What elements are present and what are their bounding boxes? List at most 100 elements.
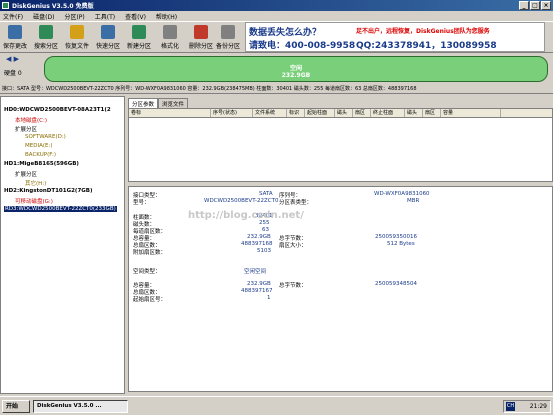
quick-partition-icon: [101, 25, 115, 39]
new-partition-icon: [132, 25, 146, 39]
col-end-head[interactable]: 磁头: [405, 109, 423, 117]
arrow-right-icon[interactable]: ▶: [14, 55, 19, 63]
window-title: DiskGenius V3.5.0 免费版: [12, 3, 94, 10]
partition-panel: 分区参数 浏览文件 卷标 序号(状态) 文件系统 标识 起始柱面 磁头 扇区 终…: [128, 96, 553, 394]
search-icon: [39, 25, 53, 39]
backup-partition-button[interactable]: 备份分区: [215, 25, 241, 50]
recover-icon: [70, 25, 84, 39]
save-icon: [8, 25, 22, 39]
menu-disk[interactable]: 磁盘(D): [33, 12, 54, 21]
clock: 21:29: [529, 403, 547, 410]
sector-size-value: 512 Bytes: [387, 241, 415, 247]
extra-sectors-label: 附加扇区数：: [133, 250, 167, 256]
start-sector-value: 1: [267, 295, 271, 301]
disk-label: 硬盘 0: [4, 70, 22, 77]
start-sector-label: 起始扇区号：: [133, 297, 167, 303]
model-label: 型号：: [133, 200, 150, 206]
spt-value: 63: [262, 227, 269, 233]
extra-sectors-value: 5103: [257, 248, 271, 254]
menu-view[interactable]: 查看(V): [125, 12, 146, 21]
col-id[interactable]: 标识: [287, 109, 305, 117]
disk-nav[interactable]: ◀ ▶: [6, 55, 19, 63]
table-type-value: MBR: [407, 198, 420, 204]
delete-partition-button[interactable]: 删除分区: [188, 25, 214, 50]
disk-info-line: 接口：SATA 型号：WDCWD2500BEVT-22ZCT0 序列号：WD-W…: [0, 84, 553, 94]
sector-size-label: 扇区大小：: [279, 243, 307, 249]
close-button[interactable]: ×: [541, 1, 551, 10]
col-end-sector[interactable]: 扇区: [423, 109, 441, 117]
system-tray: CH 21:29: [503, 400, 551, 413]
col-capacity[interactable]: 容量: [441, 109, 501, 117]
total-sectors-value: 488397168: [241, 241, 273, 247]
taskbar: 开始 DiskGenius V3.5.0 ... CH 21:29: [0, 396, 553, 415]
col-volume[interactable]: 卷标: [129, 109, 211, 117]
tree-partition-f[interactable]: BACKUP(F:): [25, 152, 56, 158]
free-sectors-value: 488397167: [241, 288, 273, 294]
watermark-text: http://blog.csdn.net/: [188, 210, 304, 221]
maximize-button[interactable]: □: [530, 1, 540, 10]
tree-extended-1[interactable]: 扩展分区: [15, 170, 37, 178]
advert-qq: QQ:243378941，130089958: [356, 41, 497, 51]
tree-hd0[interactable]: HD0:WDCWD2500BEVT-08A23T1(2: [4, 107, 111, 113]
save-changes-button[interactable]: 保存更改: [2, 25, 28, 50]
tree-partition-h[interactable]: 其它(H:): [25, 179, 46, 187]
col-filesystem[interactable]: 文件系统: [253, 109, 287, 117]
title-bar: DiskGenius V3.5.0 免费版 _ □ ×: [0, 0, 553, 11]
advert-banner[interactable]: 数据丢失怎么办？ 请致电：400-008-9958 足不出户，远程恢复，Disk…: [245, 22, 545, 52]
new-partition-button[interactable]: 新建分区: [126, 25, 152, 50]
advert-tagline: 足不出户，远程恢复，DiskGenius团队为您服务: [356, 28, 490, 35]
col-index[interactable]: 序号(状态): [211, 109, 253, 117]
tree-rd3[interactable]: RD3:WDCWD2500BEVT-22ZCT0(233GB): [4, 206, 117, 212]
model-value: WDCWD2500BEVT-22ZCT0: [204, 198, 279, 204]
tab-partition-params[interactable]: 分区参数: [128, 98, 159, 108]
free-cap-value: 232.9GB: [247, 281, 271, 287]
format-button[interactable]: 格式化: [157, 25, 183, 50]
space-type-value: 空闲空间: [244, 269, 267, 275]
tree-partition-d[interactable]: SOFTWARE(D:): [25, 134, 66, 140]
app-icon: [2, 2, 9, 9]
space-type-label: 空间类型：: [133, 269, 161, 275]
input-language[interactable]: CH: [506, 402, 515, 411]
quick-partition-button[interactable]: 快速分区: [95, 25, 121, 50]
menu-bar: 文件(F) 磁盘(D) 分区(P) 工具(T) 查看(V) 帮助(H): [0, 11, 553, 21]
col-end-cyl[interactable]: 终止柱面: [371, 109, 405, 117]
format-icon: [163, 25, 177, 39]
tree-partition-g[interactable]: 可移动磁盘(G:): [15, 197, 53, 205]
recover-files-button[interactable]: 恢复文件: [64, 25, 90, 50]
advert-phone: 请致电：400-008-9958: [249, 41, 356, 51]
tab-bar: 分区参数 浏览文件: [128, 98, 189, 108]
taskbar-app-button[interactable]: DiskGenius V3.5.0 ...: [33, 400, 128, 413]
start-button[interactable]: 开始: [2, 400, 30, 413]
tree-partition-c[interactable]: 本地磁盘(C:): [15, 116, 47, 124]
tree-hd2[interactable]: HD2:KingstonDT101G2(7GB): [4, 188, 93, 194]
disk-tree: HD0:WDCWD2500BEVT-08A23T1(2 本地磁盘(C:) 扩展分…: [0, 96, 125, 394]
menu-tools[interactable]: 工具(T): [95, 12, 115, 21]
advert-headline: 数据丢失怎么办？: [249, 28, 322, 38]
partition-table-header: 卷标 序号(状态) 文件系统 标识 起始柱面 磁头 扇区 终止柱面 磁头 扇区 …: [129, 109, 552, 118]
table-type-label: 分区表类型：: [279, 200, 313, 206]
col-start-cyl[interactable]: 起始柱面: [305, 109, 335, 117]
search-partition-button[interactable]: 搜索分区: [33, 25, 59, 50]
capacity-value: 232.9GB: [247, 234, 271, 240]
free-bytes-value: 250059348504: [375, 281, 417, 287]
serial-value: WD-WXF0A9831060: [374, 191, 430, 197]
tree-partition-e[interactable]: MEDIA(E:): [25, 143, 52, 149]
free-bytes-label: 总字节数：: [279, 283, 307, 289]
tab-browse-files[interactable]: 浏览文件: [158, 98, 189, 108]
backup-icon: [221, 25, 235, 39]
tree-hd1[interactable]: HD1:MigeB8165(596GB): [4, 161, 79, 167]
free-space-block[interactable]: 空闲 232.9GB: [44, 56, 548, 82]
arrow-left-icon[interactable]: ◀: [6, 55, 11, 63]
partition-table: 卷标 序号(状态) 文件系统 标识 起始柱面 磁头 扇区 终止柱面 磁头 扇区 …: [128, 108, 553, 182]
col-start-head[interactable]: 磁头: [335, 109, 353, 117]
total-bytes-value: 250059350016: [375, 234, 417, 240]
minimize-button[interactable]: _: [519, 1, 529, 10]
delete-icon: [194, 25, 208, 39]
free-space-label: 空闲: [289, 65, 302, 72]
menu-help[interactable]: 帮助(H): [156, 12, 177, 21]
interface-type-value: SATA: [259, 191, 273, 197]
col-start-sector[interactable]: 扇区: [353, 109, 371, 117]
tree-extended-0[interactable]: 扩展分区: [15, 125, 37, 133]
menu-partition[interactable]: 分区(P): [64, 12, 84, 21]
menu-file[interactable]: 文件(F): [3, 12, 23, 21]
